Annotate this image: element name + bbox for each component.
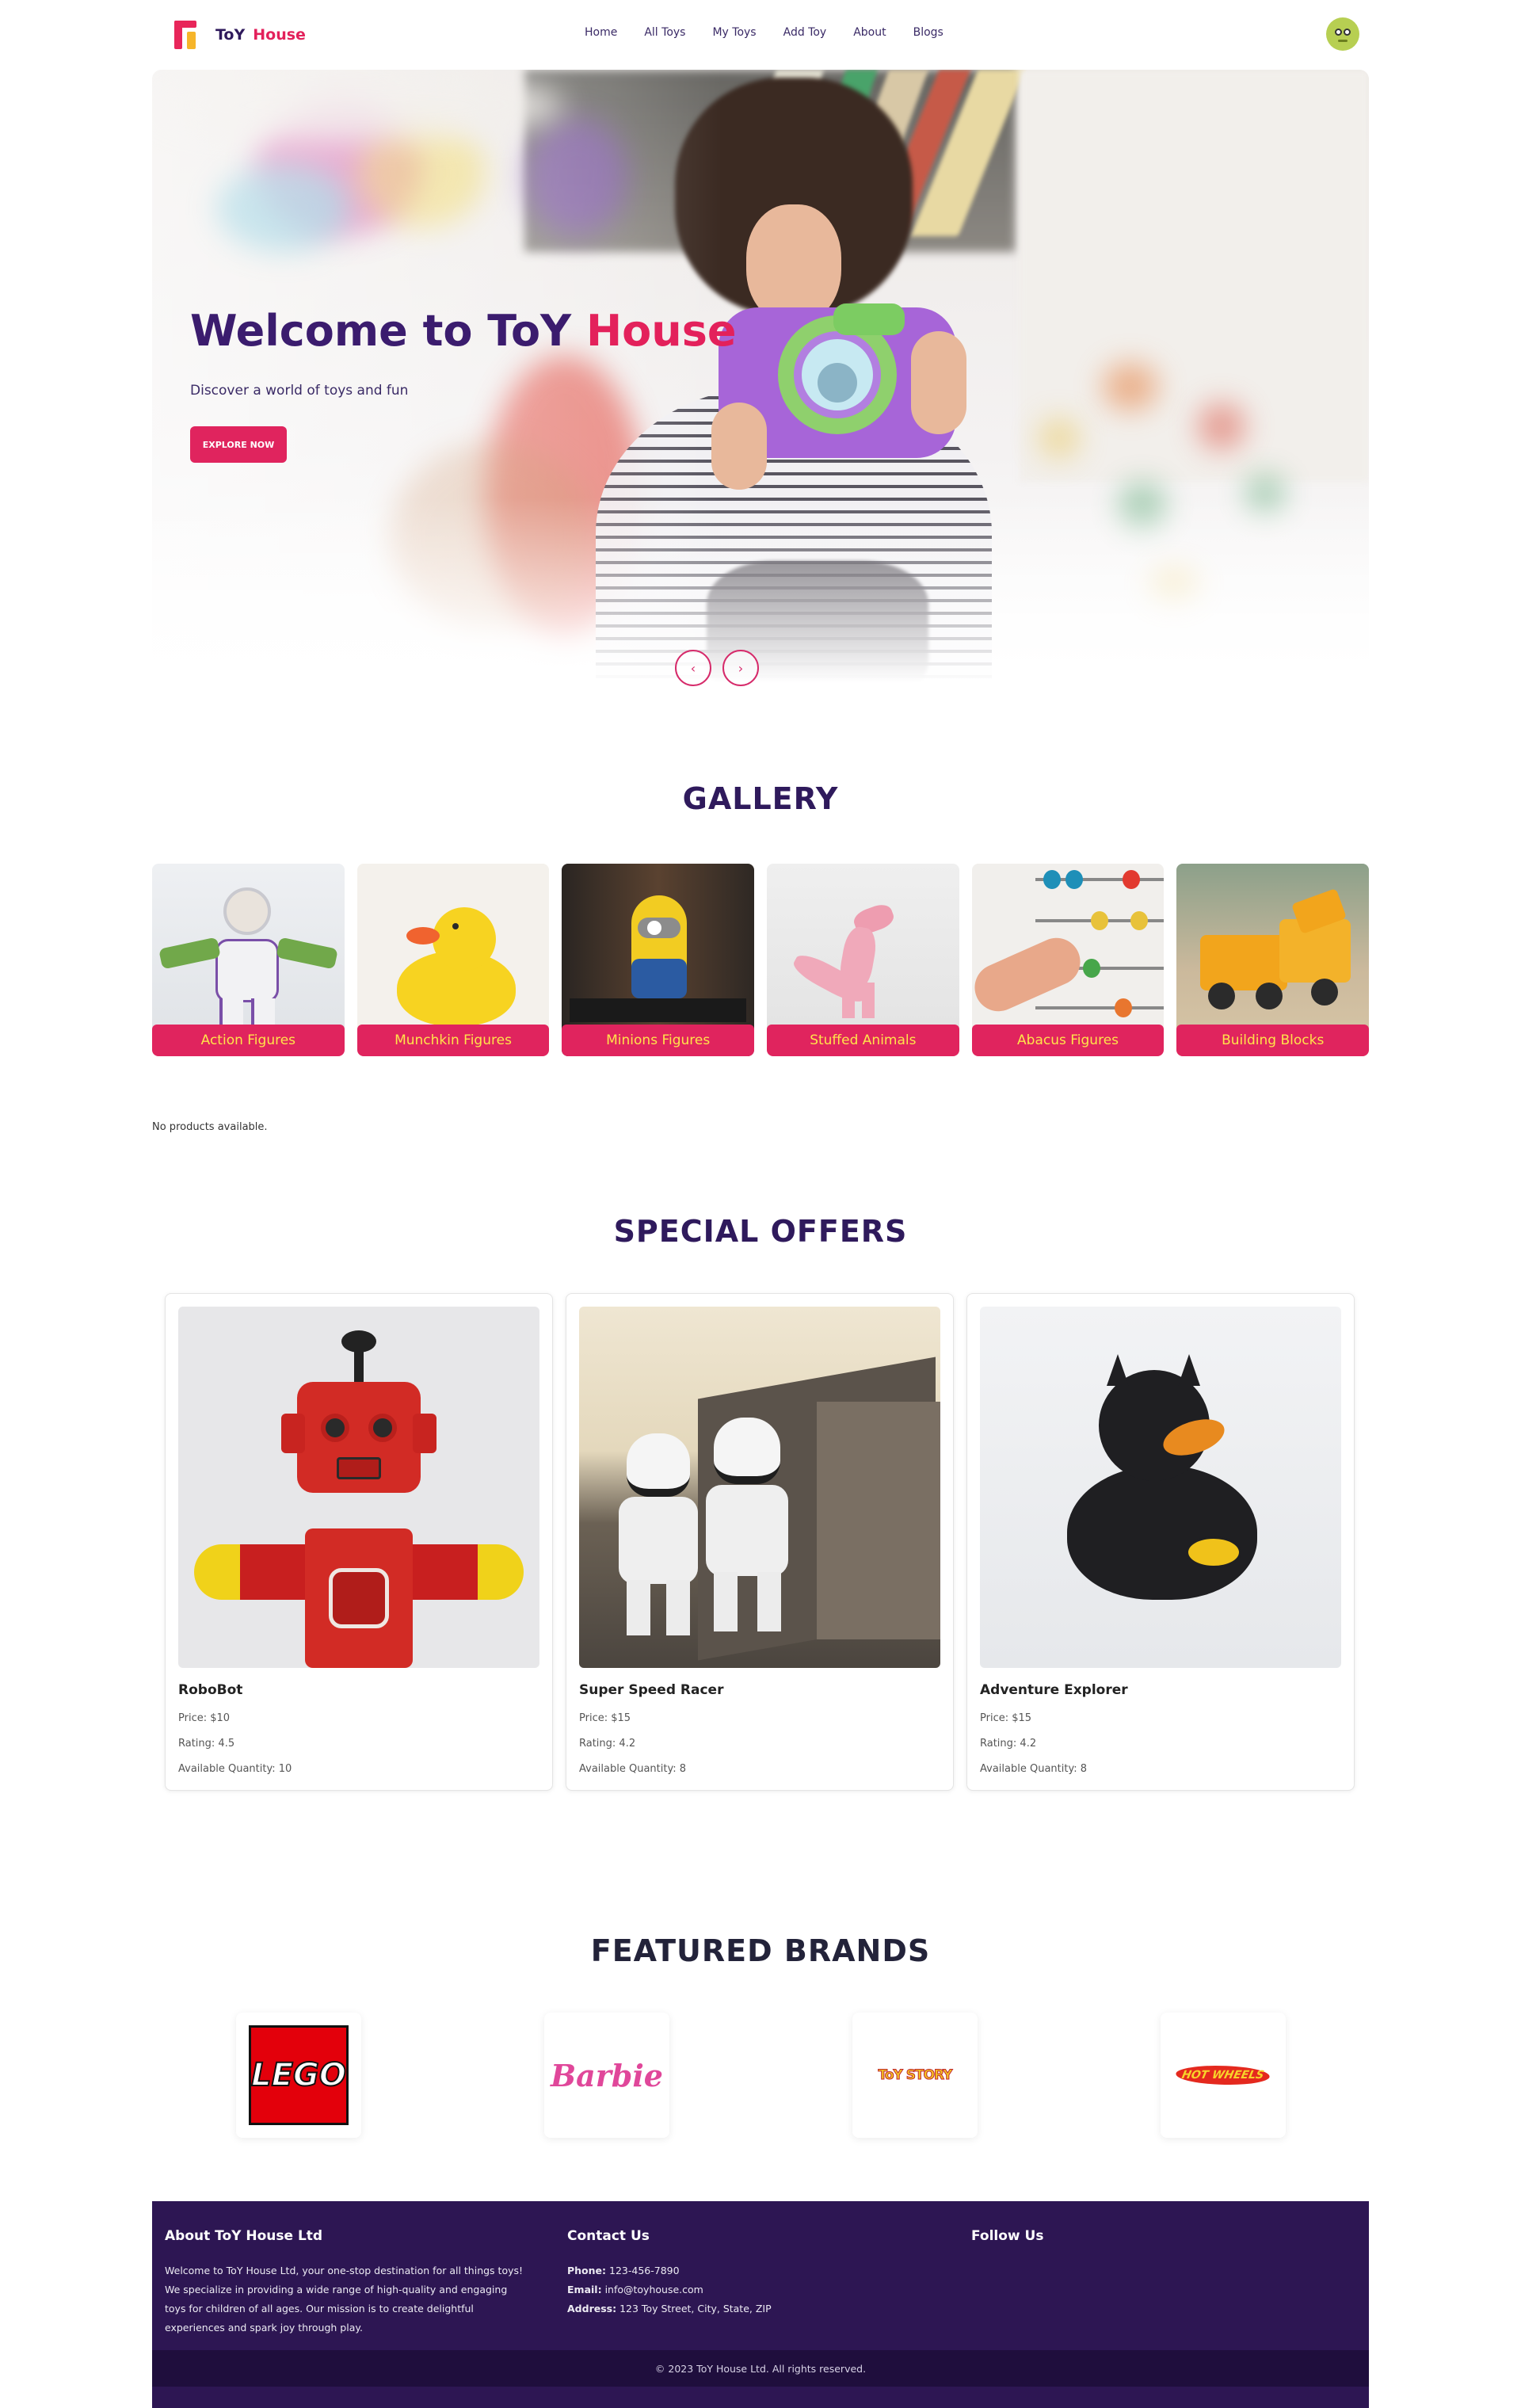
offer-price: Price: $15: [980, 1712, 1032, 1724]
footer-follow: Follow Us: [971, 2228, 1336, 2261]
gallery-title: GALLERY: [682, 781, 839, 816]
nav-my-toys[interactable]: My Toys: [712, 26, 756, 39]
footer-about-text: Welcome to ToY House Ltd, your one-stop …: [165, 2265, 524, 2334]
logo-icon: [174, 21, 198, 49]
hero-banner: Welcome to ToY House Discover a world of…: [152, 70, 1369, 704]
site-logo[interactable]: ToY House: [174, 21, 306, 49]
offer-quantity: Available Quantity: 10: [178, 1763, 292, 1775]
no-products-message: No products available.: [152, 1121, 268, 1133]
gallery-item-label: Action Figures: [152, 1025, 345, 1056]
gallery-grid: Action Figures Munchkin Figures Minions …: [152, 864, 1370, 1056]
robot-toy-image: [178, 1307, 539, 1668]
footer-about-title: About ToY House Ltd: [165, 2228, 323, 2244]
logo-text: ToY House: [215, 26, 306, 44]
gallery-item-label: Munchkin Figures: [356, 1025, 550, 1056]
offer-card-robobot[interactable]: RoboBot Price: $10 Rating: 4.5 Available…: [165, 1293, 553, 1791]
featured-brands-title: FEATURED BRANDS: [590, 1933, 931, 1968]
main-nav: Home All Toys My Toys Add Toy About Blog…: [585, 26, 970, 39]
hero-title: Welcome to ToY House: [190, 306, 737, 356]
gallery-item-label: Building Blocks: [1176, 1025, 1370, 1056]
offer-quantity: Available Quantity: 8: [980, 1763, 1087, 1775]
footer-email[interactable]: info@toyhouse.com: [605, 2284, 703, 2295]
brand-card-barbie[interactable]: Barbie: [544, 2013, 669, 2138]
nav-home[interactable]: Home: [585, 26, 617, 39]
barbie-logo: Barbie: [551, 2057, 663, 2093]
footer-about: About ToY House Ltd Welcome to ToY House…: [165, 2228, 529, 2337]
carousel-next-button[interactable]: ›: [722, 650, 759, 686]
footer-phone: 123-456-7890: [609, 2265, 680, 2276]
gallery-item-label: Minions Figures: [562, 1025, 755, 1056]
gallery-item-abacus-figures[interactable]: Abacus Figures: [971, 864, 1165, 1056]
batman-duck-image: [980, 1307, 1341, 1668]
offers-grid: RoboBot Price: $10 Rating: 4.5 Available…: [165, 1293, 1356, 1791]
nav-all-toys[interactable]: All Toys: [644, 26, 685, 39]
brand-card-toy-story[interactable]: ToY STORY: [852, 2013, 978, 2138]
brand-card-lego[interactable]: LEGO: [236, 2013, 361, 2138]
special-offers-title: SPECIAL OFFERS: [613, 1214, 908, 1249]
offer-name: Super Speed Racer: [579, 1682, 724, 1698]
footer-address: 123 Toy Street, City, State, ZIP: [619, 2303, 772, 2315]
offer-card-adventure-explorer[interactable]: Adventure Explorer Price: $15 Rating: 4.…: [966, 1293, 1355, 1791]
footer-contact: Contact Us Phone: 123-456-7890 Email: in…: [567, 2228, 932, 2318]
nav-add-toy[interactable]: Add Toy: [783, 26, 827, 39]
footer-contact-title: Contact Us: [567, 2228, 650, 2244]
offer-card-super-speed-racer[interactable]: Super Speed Racer Price: $15 Rating: 4.2…: [566, 1293, 954, 1791]
offer-rating: Rating: 4.5: [178, 1738, 235, 1750]
nav-blogs[interactable]: Blogs: [913, 26, 943, 39]
gallery-item-label: Stuffed Animals: [767, 1025, 959, 1056]
hero-subtitle: Discover a world of toys and fun: [190, 383, 409, 399]
gallery-item-label: Abacus Figures: [971, 1025, 1165, 1056]
chevron-right-icon: ›: [738, 660, 744, 676]
offer-quantity: Available Quantity: 8: [579, 1763, 686, 1775]
hot-wheels-logo: HOT WHEELS: [1173, 2066, 1273, 2085]
site-footer: About ToY House Ltd Welcome to ToY House…: [152, 2201, 1369, 2408]
gallery-item-action-figures[interactable]: Action Figures: [152, 864, 345, 1056]
gallery-item-building-blocks[interactable]: Building Blocks: [1176, 864, 1370, 1056]
chevron-left-icon: ‹: [690, 660, 696, 676]
stormtrooper-toy-image: [579, 1307, 940, 1668]
brand-card-hot-wheels[interactable]: HOT WHEELS: [1161, 2013, 1286, 2138]
gallery-item-munchkin-figures[interactable]: Munchkin Figures: [356, 864, 550, 1056]
gallery-item-minions-figures[interactable]: Minions Figures: [562, 864, 755, 1056]
offer-rating: Rating: 4.2: [980, 1738, 1037, 1750]
nav-about[interactable]: About: [853, 26, 886, 39]
offer-name: Adventure Explorer: [980, 1682, 1128, 1698]
navbar: ToY House Home All Toys My Toys Add Toy A…: [152, 0, 1369, 70]
offer-name: RoboBot: [178, 1682, 243, 1698]
footer-follow-title: Follow Us: [971, 2228, 1044, 2244]
gallery-item-stuffed-animals[interactable]: Stuffed Animals: [767, 864, 959, 1056]
explore-now-button[interactable]: EXPLORE NOW: [190, 426, 287, 463]
brands-row: LEGO Barbie ToY STORY HOT WHEELS: [236, 2013, 1287, 2138]
offer-rating: Rating: 4.2: [579, 1738, 636, 1750]
user-avatar[interactable]: [1326, 17, 1359, 51]
lego-logo: LEGO: [249, 2025, 349, 2125]
footer-copyright: © 2023 ToY House Ltd. All rights reserve…: [152, 2350, 1369, 2387]
offer-price: Price: $10: [178, 1712, 231, 1724]
offer-price: Price: $15: [579, 1712, 631, 1724]
toy-story-logo: ToY STORY: [878, 2067, 953, 2084]
carousel-prev-button[interactable]: ‹: [675, 650, 711, 686]
